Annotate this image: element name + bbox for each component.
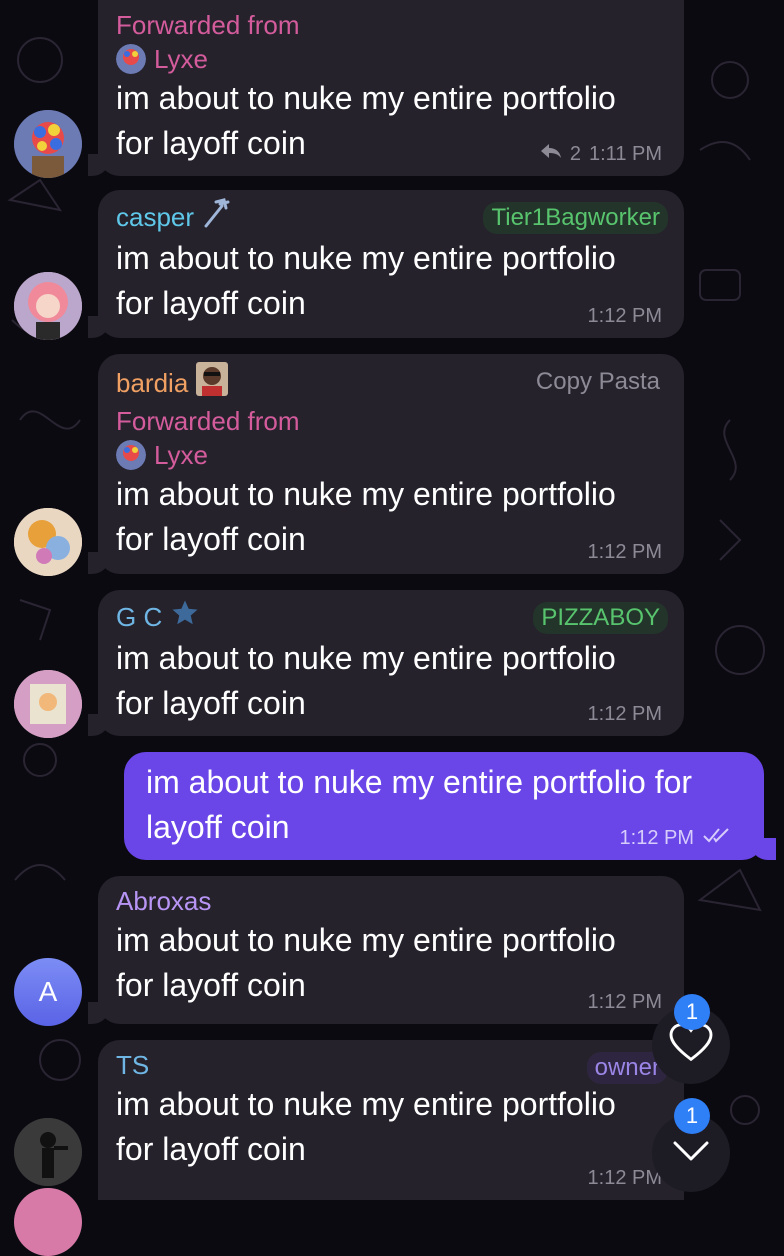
message-meta: 1:12 PM bbox=[588, 1167, 662, 1190]
sender-row: Abroxas bbox=[116, 884, 662, 918]
double-check-icon bbox=[702, 826, 730, 850]
sender-name[interactable]: G C bbox=[116, 600, 162, 634]
avatar-image bbox=[14, 272, 82, 340]
message-meta: 1:12 PM bbox=[588, 541, 662, 564]
scroll-badge: 1 bbox=[674, 1098, 710, 1134]
sender-row: TS bbox=[116, 1048, 662, 1082]
emoji-status-icon bbox=[196, 362, 229, 404]
forwarded-label: Forwarded from bbox=[116, 10, 300, 40]
sender-name[interactable]: bardia bbox=[116, 366, 188, 400]
message-text: im about to nuke my entire portfolio for… bbox=[116, 476, 616, 557]
sender-name[interactable]: casper bbox=[116, 200, 194, 234]
avatar-image bbox=[14, 508, 82, 576]
message-text: im about to nuke my entire portfolio for… bbox=[116, 640, 616, 721]
message-time: 1:12 PM bbox=[587, 991, 662, 1013]
message-meta: 1:12 PM bbox=[588, 703, 662, 726]
avatar-image bbox=[14, 1118, 82, 1186]
forwarded-sender-name: Lyxe bbox=[154, 440, 208, 470]
forwarded-avatar bbox=[116, 440, 146, 470]
forwarded-avatar bbox=[116, 44, 146, 74]
avatar-image bbox=[14, 670, 82, 738]
message-meta: 1:12 PM bbox=[588, 305, 662, 328]
sender-name[interactable]: TS bbox=[116, 1048, 149, 1082]
trident-icon bbox=[202, 198, 230, 236]
message-text: im about to nuke my entire portfolio for… bbox=[116, 922, 616, 1003]
forwarded-sender[interactable]: Lyxe bbox=[116, 42, 662, 76]
message-meta: 1:12 PM bbox=[588, 991, 662, 1014]
message-bubble-6[interactable]: Abroxas im about to nuke my entire portf… bbox=[88, 876, 684, 1024]
message-time: 1:11 PM bbox=[589, 142, 662, 165]
member-tag: PIZZABOY bbox=[533, 602, 668, 634]
message-bubble-1[interactable]: Forwarded from Lyxe im about to nuke my … bbox=[88, 0, 684, 176]
member-tag: Copy Pasta bbox=[535, 368, 660, 395]
avatar-ts[interactable] bbox=[14, 1118, 82, 1186]
message-meta: 2 1:11 PM bbox=[540, 142, 662, 166]
message-bubble-7[interactable]: TS owner im about to nuke my entire port… bbox=[98, 1040, 684, 1200]
message-bubble-3[interactable]: bardia Copy Pasta Forwarded from Lyxe im… bbox=[88, 354, 684, 574]
message-time: 1:12 PM bbox=[587, 541, 662, 563]
reply-count[interactable]: 2 bbox=[570, 143, 581, 166]
avatar-image bbox=[14, 110, 82, 178]
avatar-gc[interactable] bbox=[14, 670, 82, 738]
reply-arrow-icon[interactable] bbox=[540, 142, 562, 166]
forwarded-sender-name: Lyxe bbox=[154, 44, 208, 74]
message-text: im about to nuke my entire portfolio for… bbox=[116, 1086, 616, 1167]
sender-name[interactable]: Abroxas bbox=[116, 884, 211, 918]
forwarded-sender[interactable]: Lyxe bbox=[116, 438, 662, 472]
message-time: 1:12 PM bbox=[587, 703, 662, 725]
message-meta: 1:12 PM bbox=[620, 826, 730, 850]
outgoing-message-bubble[interactable]: im about to nuke my entire portfolio for… bbox=[124, 752, 776, 860]
avatar-bardia[interactable] bbox=[14, 508, 82, 576]
avatar-abroxas[interactable]: A bbox=[14, 958, 82, 1026]
message-text: im about to nuke my entire portfolio for… bbox=[116, 240, 616, 321]
reactions-badge: 1 bbox=[674, 994, 710, 1030]
message-time: 1:12 PM bbox=[587, 305, 662, 327]
member-tag: Tier1Bagworker bbox=[483, 202, 668, 234]
message-time: 1:12 PM bbox=[619, 826, 694, 849]
avatar-casper[interactable] bbox=[14, 272, 82, 340]
avatar-lyxe[interactable] bbox=[14, 110, 82, 178]
message-bubble-2[interactable]: casper Tier1Bagworker im about to nuke m… bbox=[88, 190, 684, 338]
star-icon bbox=[170, 598, 200, 636]
chevron-down-icon bbox=[671, 1139, 711, 1168]
avatar-partial[interactable] bbox=[14, 1188, 82, 1256]
avatar-letter: A bbox=[38, 976, 58, 1007]
message-time: 1:12 PM bbox=[587, 1167, 662, 1189]
message-bubble-4[interactable]: G C PIZZABOY im about to nuke my entire … bbox=[88, 590, 684, 736]
forwarded-label: Forwarded from bbox=[116, 406, 300, 436]
